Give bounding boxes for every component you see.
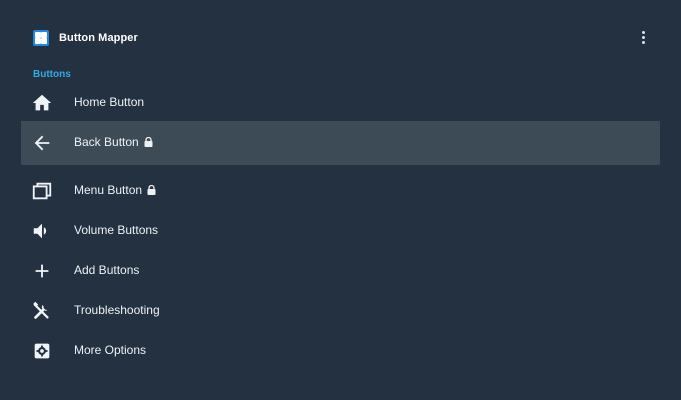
menu-item-home-button[interactable]: Home Button xyxy=(21,81,660,125)
more-vertical-icon[interactable] xyxy=(636,28,652,48)
app-title: Button Mapper xyxy=(59,32,138,44)
app-bar: Button Mapper xyxy=(0,0,681,76)
settings-box-icon xyxy=(31,340,53,362)
button-mapper-app-icon xyxy=(33,30,49,46)
menu-item-volume-buttons[interactable]: Volume Buttons xyxy=(21,209,660,253)
menu-item-back-button[interactable]: Back Button xyxy=(21,121,660,165)
tools-icon xyxy=(31,300,53,322)
menu-item-label: Back Button xyxy=(74,135,153,150)
menu-item-label: Add Buttons xyxy=(74,263,140,277)
lock-icon xyxy=(144,136,153,150)
menu-item-more-options[interactable]: More Options xyxy=(21,329,660,373)
volume-icon xyxy=(31,220,53,242)
menu-item-add-buttons[interactable]: Add Buttons xyxy=(21,249,660,293)
home-icon xyxy=(31,92,53,114)
menu-item-label: Menu Button xyxy=(74,183,156,198)
plus-icon xyxy=(31,260,53,282)
section-header-buttons: Buttons xyxy=(33,69,71,80)
lock-icon xyxy=(147,184,156,198)
menu-item-menu-button[interactable]: Menu Button xyxy=(21,169,660,213)
menu-item-label: More Options xyxy=(74,343,147,357)
menu-item-troubleshooting[interactable]: Troubleshooting xyxy=(21,289,660,333)
menu-item-label: Troubleshooting xyxy=(74,303,160,317)
menu-item-label: Home Button xyxy=(74,95,145,109)
arrow-back-icon xyxy=(31,132,53,154)
recent-apps-icon xyxy=(31,180,53,202)
menu-item-label: Volume Buttons xyxy=(74,223,159,237)
